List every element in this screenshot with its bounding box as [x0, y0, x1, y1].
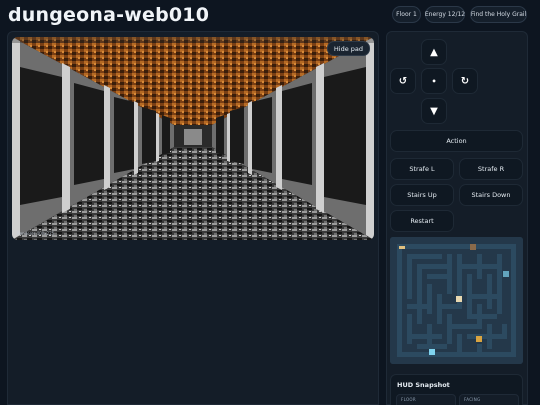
hud-facing-label: FACING	[459, 394, 519, 405]
player-marker	[399, 246, 405, 249]
hud-snapshot: HUD Snapshot FLOOR FACING	[390, 374, 523, 405]
stairs-marker	[429, 349, 435, 355]
back-button[interactable]: ▼	[421, 98, 447, 124]
render-info: Renderer 400x225	[17, 231, 55, 236]
minimap-grid	[390, 237, 523, 364]
hide-pad-button[interactable]: Hide pad	[326, 41, 370, 56]
treasure-marker	[476, 336, 482, 342]
app-title: dungeona-web010	[8, 4, 210, 26]
action-button[interactable]: Action	[390, 130, 523, 152]
forward-button[interactable]: ▲	[421, 39, 447, 65]
hud-title: HUD Snapshot	[397, 381, 450, 389]
door-marker	[503, 271, 509, 277]
stairs-up-button[interactable]: Stairs Up	[390, 184, 454, 206]
turn-left-button[interactable]: ↺	[390, 68, 416, 94]
hud-floor-label: FLOOR	[396, 394, 456, 405]
turn-right-button[interactable]: ↻	[452, 68, 478, 94]
restart-button[interactable]: Restart	[390, 210, 454, 232]
minimap	[390, 237, 523, 364]
corridor-scene	[12, 37, 374, 240]
strafe-left-button[interactable]: Strafe L	[390, 158, 454, 180]
dungeon-viewport[interactable]: Hide pad Renderer 400x225	[12, 37, 374, 240]
chest-marker	[470, 244, 476, 250]
item-marker	[456, 296, 462, 302]
floor-badge: Floor 1	[392, 6, 421, 23]
energy-badge: Energy 12/12	[425, 6, 465, 23]
view-panel: Hide pad Renderer 400x225	[7, 31, 379, 405]
quest-badge: Find the Holy Grail	[470, 6, 527, 23]
stairs-down-button[interactable]: Stairs Down	[459, 184, 523, 206]
strafe-right-button[interactable]: Strafe R	[459, 158, 523, 180]
center-button[interactable]: •	[421, 68, 447, 94]
control-panel: ▲ ↺ • ↻ ▼ Action Strafe L Strafe R Stair…	[386, 31, 528, 405]
